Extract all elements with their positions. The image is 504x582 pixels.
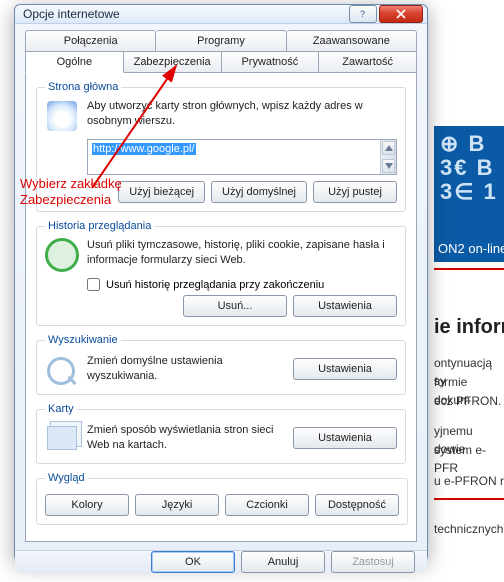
cancel-button[interactable]: Anuluj [241,551,325,573]
bg-red-divider-2 [434,498,504,500]
close-button[interactable] [379,5,423,23]
bg-heading: ie inform [434,316,504,339]
languages-button[interactable]: Języki [135,494,219,516]
home-icon [45,99,79,133]
help-button[interactable]: ? [349,5,377,23]
apply-button[interactable]: Zastosuj [331,551,415,573]
internet-options-dialog: Opcje internetowe ? Połączenia Programy … [14,4,428,562]
group-tabs: Karty Zmień sposób wyświetlania stron si… [36,403,406,464]
titlebar-title: Opcje internetowe [23,7,347,21]
background-image-box: ⊕ B 3€ B 3∈ 1 [434,126,504,236]
delete-on-exit-checkbox[interactable] [87,278,100,291]
tab-privacy[interactable]: Prywatność [222,51,320,73]
colors-button[interactable]: Kolory [45,494,129,516]
tab-connections[interactable]: Połączenia [25,30,156,52]
tab-row-top: Połączenia Programy Zaawansowane [25,30,417,52]
bg-red-divider [434,268,504,270]
group-search: Wyszukiwanie Zmień domyślne ustawienia w… [36,334,406,395]
tab-panel-general: Strona główna Aby utworzyć karty stron g… [25,73,417,542]
bg-digits: ⊕ B 3€ B 3∈ 1 [434,126,504,211]
use-default-button[interactable]: Użyj domyślnej [211,181,307,203]
bg-text-3: u e-PFRON r [434,472,504,490]
group-appearance: Wygląd Kolory Języki Czcionki Dostępność [36,472,408,525]
fonts-button[interactable]: Czcionki [225,494,309,516]
scroll-down-icon[interactable] [382,159,395,173]
tabs-icon [45,421,79,455]
legend-history: Historia przeglądania [45,220,154,232]
svg-text:?: ? [360,9,365,19]
scroll-up-icon[interactable] [382,141,395,155]
dialog-content: Połączenia Programy Zaawansowane Ogólne … [15,24,427,550]
use-blank-button[interactable]: Użyj pustej [313,181,397,203]
tab-row-bottom: Ogólne Zabezpieczenia Prywatność Zawarto… [25,51,417,73]
tab-general[interactable]: Ogólne [25,51,124,73]
background-page: ⊕ B 3€ B 3∈ 1 ON2 on-line ie inform onty… [424,0,504,582]
tabs-desc: Zmień sposób wyświetlania stron sieci We… [87,423,285,453]
bg-text-4: technicznych [434,520,504,538]
homepage-url-value: http://www.google.pl/ [92,143,196,155]
tab-security[interactable]: Zabezpieczenia [124,51,222,73]
search-desc: Zmień domyślne ustawienia wyszukiwania. [87,354,285,384]
tab-advanced[interactable]: Zaawansowane [287,30,417,52]
legend-search: Wyszukiwanie [45,334,121,346]
tab-programs[interactable]: Programy [156,30,286,52]
group-homepage: Strona główna Aby utworzyć karty stron g… [36,81,406,212]
titlebar[interactable]: Opcje internetowe ? [15,5,427,24]
homepage-desc: Aby utworzyć karty stron głównych, wpisz… [87,99,397,129]
homepage-url-field[interactable]: http://www.google.pl/ [87,139,397,175]
ok-button[interactable]: OK [151,551,235,573]
history-desc: Usuń pliki tymczasowe, historię, pliki c… [87,238,397,268]
delete-on-exit-label: Usuń historię przeglądania przy zakończe… [106,279,324,291]
tabs-settings-button[interactable]: Ustawienia [293,427,397,449]
scrollbar-vertical[interactable] [380,140,396,174]
bg-text-1c: ecz PFRON. [434,392,504,410]
history-icon [45,238,79,272]
legend-homepage: Strona główna [45,81,121,93]
legend-tabs: Karty [45,403,77,415]
legend-appearance: Wygląd [45,472,88,484]
bg-tab-on2[interactable]: ON2 on-line [434,236,504,262]
history-settings-button[interactable]: Ustawienia [293,295,397,317]
delete-button[interactable]: Usuń... [183,295,287,317]
search-icon [45,352,79,386]
use-current-button[interactable]: Użyj bieżącej [118,181,205,203]
group-history: Historia przeglądania Usuń pliki tymczas… [36,220,406,326]
search-settings-button[interactable]: Ustawienia [293,358,397,380]
accessibility-button[interactable]: Dostępność [315,494,399,516]
dialog-footer: OK Anuluj Zastosuj [15,550,427,573]
tab-content[interactable]: Zawartość [319,51,417,73]
